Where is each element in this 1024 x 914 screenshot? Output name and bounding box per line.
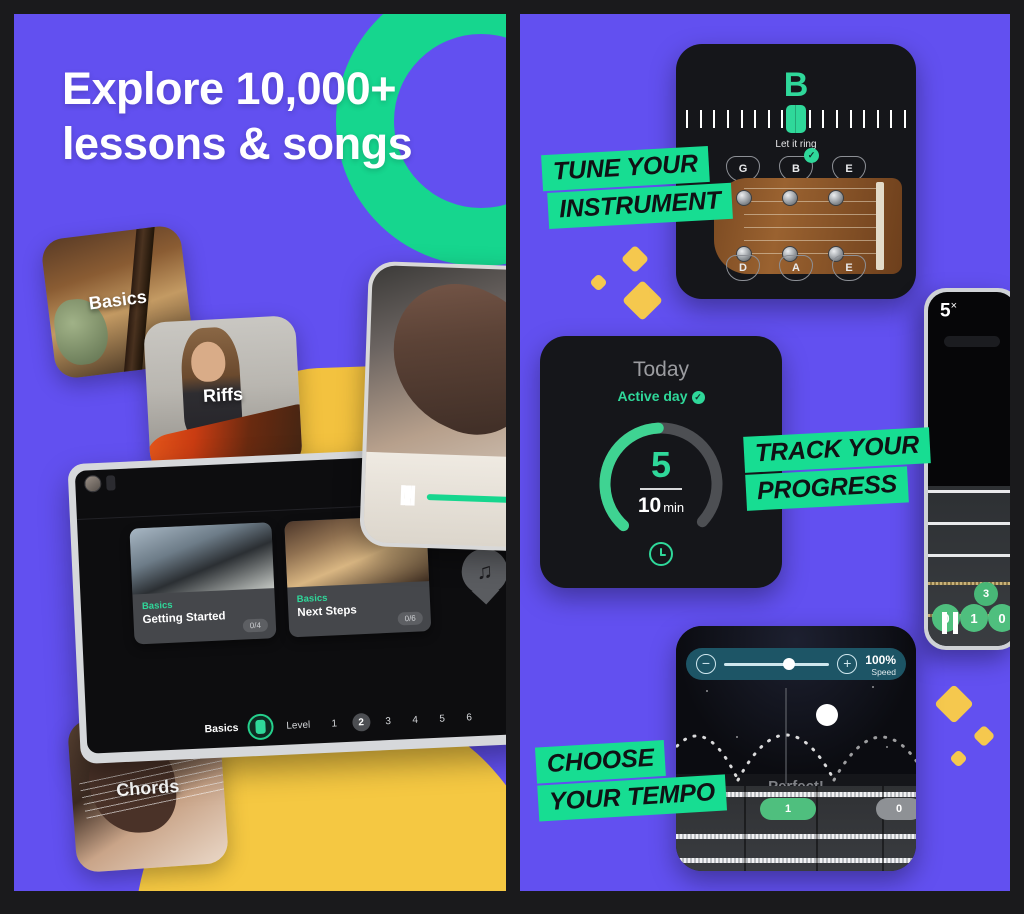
- tempo-control-bar: − + 100% Speed: [686, 648, 906, 680]
- fret-string: [676, 858, 916, 863]
- slider-knob[interactable]: [783, 658, 796, 670]
- tuner-peg-e-low[interactable]: E: [832, 255, 866, 281]
- plus-circle-icon[interactable]: +: [837, 654, 858, 674]
- level-option-5[interactable]: 5: [433, 709, 452, 728]
- diamond-decoration: [934, 684, 974, 724]
- lesson-progress-badge: 0/6: [397, 611, 424, 626]
- tempo-ball: [816, 704, 838, 726]
- note-bubble[interactable]: 0: [988, 604, 1010, 632]
- avatar[interactable]: [83, 474, 102, 493]
- lesson-meta: Basics Next Steps: [287, 581, 431, 637]
- fret-string: [928, 490, 1010, 493]
- arm-photo-graphic: [367, 264, 506, 453]
- fret-string-gold: [928, 582, 1010, 585]
- headline-line-1: Explore 10,000+: [62, 63, 396, 114]
- lesson-thumbnail: [129, 522, 275, 595]
- speed-slider[interactable]: [724, 658, 830, 670]
- note-bubble[interactable]: 3: [974, 582, 998, 606]
- phone-video-mockup: [359, 260, 506, 553]
- note-bubble[interactable]: 1: [960, 604, 988, 632]
- page-headline: Explore 10,000+ lessons & songs: [62, 62, 482, 172]
- level-option-4[interactable]: 4: [406, 710, 425, 729]
- course-icon[interactable]: [246, 713, 274, 741]
- screenshot-root: Explore 10,000+ lessons & songs Basics R…: [0, 0, 1024, 914]
- clock-icon: [649, 542, 673, 566]
- pause-icon[interactable]: [942, 612, 958, 634]
- progress-fraction-divider: [640, 488, 682, 490]
- tuner-pegs-bottom: D A E: [726, 255, 866, 281]
- level-selector: 1 2 3 4 5 6: [325, 708, 479, 733]
- streak-multiplier: 5×: [940, 300, 957, 322]
- phone-video-screen: [363, 264, 506, 549]
- strings-graphic: [744, 188, 884, 264]
- lesson-card[interactable]: Basics Getting Started 0/4: [129, 522, 277, 645]
- thumbnail-card-riffs[interactable]: Riffs: [143, 315, 303, 475]
- tuner-peg-d[interactable]: D: [726, 255, 760, 281]
- tuning-peg-icon: [828, 190, 844, 206]
- lesson-progress-badge: 0/4: [242, 618, 269, 633]
- thumbnail-label: Basics: [87, 286, 148, 314]
- note-pill[interactable]: 1: [760, 798, 816, 820]
- diamond-decoration: [621, 279, 664, 322]
- score-pill: [944, 336, 1000, 347]
- tuner-marker: [786, 105, 806, 133]
- lesson-meta: Basics Getting Started: [132, 588, 276, 644]
- tuning-peg-icon: [782, 190, 798, 206]
- progress-goal-value: 10: [637, 494, 662, 517]
- check-circle-icon: ✓: [691, 391, 705, 404]
- pause-icon[interactable]: [400, 485, 416, 506]
- phone-practice-screen: 5× 3 0 1 0: [928, 292, 1010, 646]
- progress-goal-unit: min: [663, 500, 685, 515]
- fret-line: [744, 786, 746, 871]
- right-marketing-panel: B Let it ring G B E: [520, 14, 1010, 891]
- progress-title: Today: [632, 358, 690, 381]
- course-name: Basics: [204, 721, 239, 736]
- note-pill[interactable]: 0: [876, 798, 916, 820]
- fret-line: [816, 786, 818, 871]
- thumbnail-label: Riffs: [202, 383, 244, 407]
- diamond-decoration: [949, 749, 968, 768]
- minus-circle-icon[interactable]: −: [696, 654, 716, 674]
- fretboard-graphic: 3 0 1 0: [928, 486, 1010, 646]
- nut-graphic: [876, 182, 884, 270]
- level-option-3[interactable]: 3: [379, 712, 398, 731]
- headline-line-2: lessons & songs: [62, 117, 413, 169]
- diamond-decoration: [972, 724, 996, 748]
- fret-string: [676, 834, 916, 839]
- level-label: Level: [286, 719, 311, 732]
- level-option-1[interactable]: 1: [325, 714, 344, 733]
- fret-string: [928, 522, 1010, 525]
- left-marketing-panel: Explore 10,000+ lessons & songs Basics R…: [14, 14, 506, 891]
- level-option-6[interactable]: 6: [460, 708, 479, 727]
- multiplier-value: 5: [940, 300, 951, 322]
- tuner-note: B: [783, 66, 809, 104]
- speed-label: Speed: [871, 667, 896, 678]
- diamond-decoration: [620, 244, 650, 274]
- tablet-footer-bar: Basics Level 1 2 3 4 5 6: [86, 702, 506, 748]
- fret-string: [928, 554, 1010, 557]
- level-option-2[interactable]: 2: [351, 712, 371, 732]
- multiplier-suffix: ×: [950, 300, 958, 312]
- callout-tune-instrument: TUNE YOUR INSTRUMENT: [541, 145, 733, 229]
- speed-readout: 100% Speed: [865, 651, 896, 678]
- phone-practice-mockup: 5× 3 0 1 0: [924, 288, 1010, 650]
- callout-choose-tempo: CHOOSE YOUR TEMPO: [534, 736, 728, 822]
- tuning-peg-icon: [736, 190, 752, 206]
- callout-line-2: PROGRESS: [745, 466, 909, 511]
- tuner-peg-a[interactable]: A: [779, 255, 813, 281]
- diamond-decoration: [589, 273, 608, 292]
- streak-icon: [105, 475, 116, 491]
- speed-value: 100%: [865, 652, 896, 667]
- callout-track-progress: TRACK YOUR PROGRESS: [743, 427, 933, 511]
